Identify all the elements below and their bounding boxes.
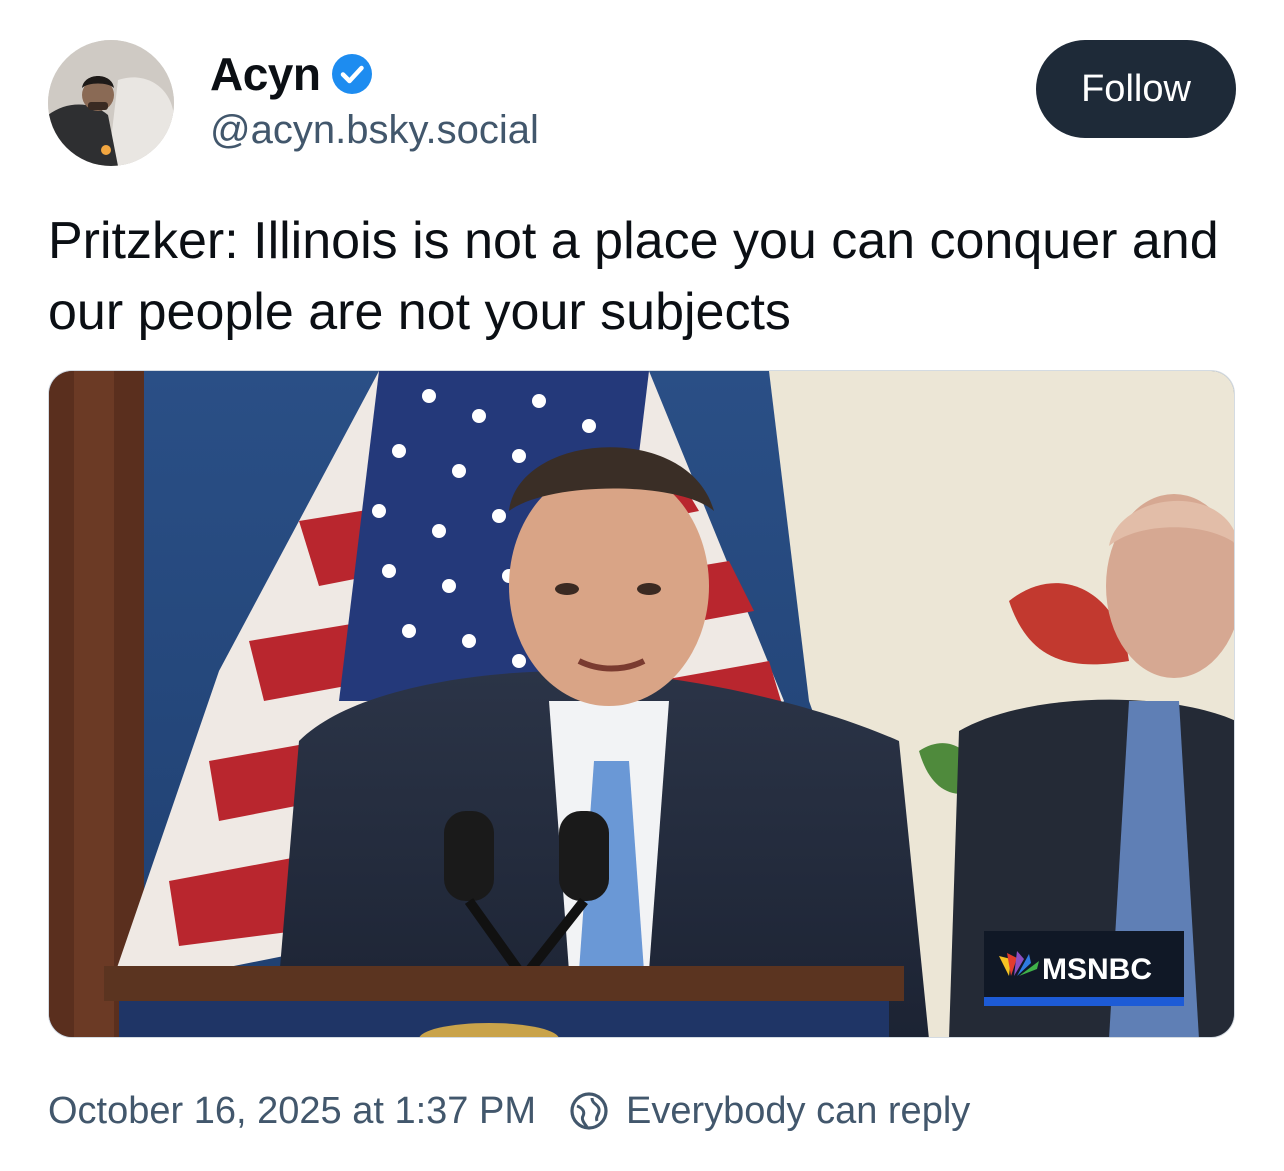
- post-text: Pritzker: Illinois is not a place you ca…: [48, 212, 1219, 341]
- avatar-image: [48, 40, 174, 166]
- post-timestamp[interactable]: October 16, 2025 at 1:37 PM: [48, 1090, 536, 1133]
- reply-setting[interactable]: Everybody can reply: [626, 1090, 970, 1133]
- msnbc-watermark: MSNBC: [1042, 953, 1152, 986]
- verified-badge-icon: [330, 52, 374, 96]
- author-handle[interactable]: @acyn.bsky.social: [210, 108, 539, 153]
- follow-button[interactable]: Follow: [1036, 40, 1236, 138]
- author-name-row: Acyn: [210, 44, 374, 104]
- post-footer: October 16, 2025 at 1:37 PM Everybody ca…: [48, 1086, 970, 1136]
- user-avatar[interactable]: [48, 40, 174, 166]
- post-media-image[interactable]: MSNBC: [48, 370, 1235, 1038]
- globe-icon: [568, 1090, 610, 1132]
- author-display-name[interactable]: Acyn: [210, 47, 321, 101]
- press-conference-image: MSNBC: [49, 371, 1234, 1037]
